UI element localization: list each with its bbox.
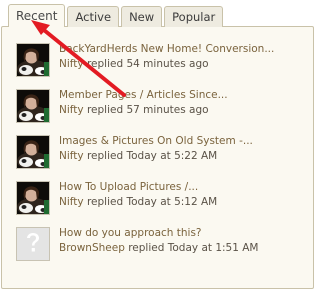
topic-item: BackYardHerds New Home! Conversion... Ni… — [16, 43, 308, 89]
topic-item: How To Upload Pictures /... Nifty replie… — [16, 181, 308, 227]
topic-item: Member Pages / Articles Since... Nifty r… — [16, 89, 308, 135]
topic-time: Today at 5:22 AM — [126, 150, 218, 162]
topic-user-link[interactable]: Nifty — [59, 150, 84, 162]
topic-meta: Nifty replied 54 minutes ago — [59, 58, 309, 71]
placeholder-question-avatar-icon — [17, 228, 49, 260]
user-avatar[interactable] — [16, 43, 50, 77]
topic-action: replied — [86, 58, 124, 70]
user-avatar[interactable] — [16, 89, 50, 123]
tab-bar: Recent Active New Popular — [8, 4, 224, 27]
topic-user-link[interactable]: Nifty — [59, 58, 84, 70]
topic-time: Today at 5:12 AM — [126, 196, 218, 208]
topic-action: replied — [86, 104, 124, 116]
tab-recent[interactable]: Recent — [8, 4, 66, 27]
tab-new[interactable]: New — [121, 6, 163, 27]
topic-title-link[interactable]: How To Upload Pictures /... — [59, 181, 309, 194]
topic-meta: Nifty replied Today at 5:22 AM — [59, 150, 309, 163]
topic-list: BackYardHerds New Home! Conversion... Ni… — [16, 43, 308, 273]
recent-threads-widget: Recent Active New Popular BackYardHerds … — [0, 0, 317, 292]
topic-user-link[interactable]: BrownSheep — [59, 242, 125, 254]
topic-title-link[interactable]: Member Pages / Articles Since... — [59, 89, 309, 102]
topic-action: replied — [86, 150, 124, 162]
topic-item: How do you approach this? BrownSheep rep… — [16, 227, 308, 273]
topic-user-link[interactable]: Nifty — [59, 104, 84, 116]
topic-title-link[interactable]: BackYardHerds New Home! Conversion... — [59, 43, 309, 56]
topic-meta: Nifty replied Today at 5:12 AM — [59, 196, 309, 209]
topic-user-link[interactable]: Nifty — [59, 196, 84, 208]
topic-title-link[interactable]: How do you approach this? — [59, 227, 309, 240]
topic-action: replied — [128, 242, 165, 254]
topic-meta: Nifty replied 57 minutes ago — [59, 104, 309, 117]
user-avatar[interactable] — [16, 181, 50, 215]
tab-popular[interactable]: Popular — [164, 6, 224, 27]
user-avatar[interactable] — [16, 135, 50, 169]
goat-photo-avatar-icon — [17, 182, 49, 214]
goat-photo-avatar-icon — [17, 136, 49, 168]
goat-photo-avatar-icon — [17, 44, 49, 76]
topic-item: Images & Pictures On Old System -... Nif… — [16, 135, 308, 181]
goat-photo-avatar-icon — [17, 90, 49, 122]
topic-action: replied — [86, 196, 124, 208]
topic-time: 54 minutes ago — [126, 58, 209, 70]
tab-active[interactable]: Active — [67, 6, 120, 27]
user-avatar[interactable] — [16, 227, 50, 261]
topic-meta: BrownSheep replied Today at 1:51 AM — [59, 242, 309, 255]
topic-time: 57 minutes ago — [126, 104, 209, 116]
topic-time: Today at 1:51 AM — [167, 242, 259, 254]
topic-title-link[interactable]: Images & Pictures On Old System -... — [59, 135, 309, 148]
